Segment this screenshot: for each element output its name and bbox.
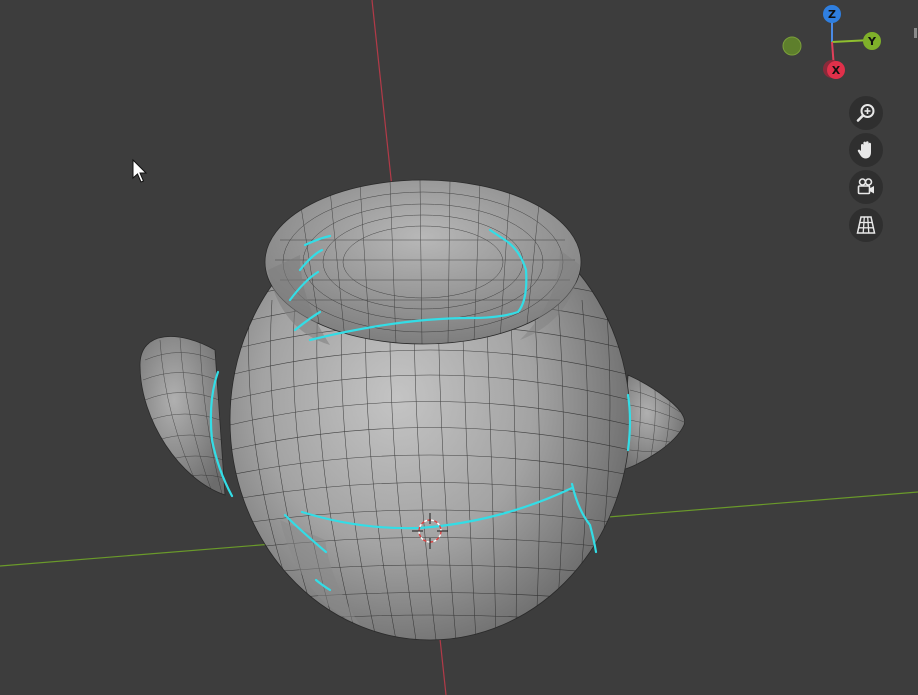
camera-view-button[interactable] (849, 170, 883, 204)
orientation-gizmo[interactable]: X Z Y (770, 0, 910, 90)
perspective-grid-icon (856, 216, 876, 234)
region-edge-handle[interactable] (914, 28, 917, 38)
y-axis-label: Y (867, 35, 877, 48)
pan-button[interactable] (849, 133, 883, 167)
neg-y-axis-handle[interactable] (782, 36, 802, 56)
y-axis-handle[interactable]: Y (863, 32, 881, 50)
left-ear (139, 336, 226, 496)
3d-viewport[interactable]: X Z Y (0, 0, 918, 695)
camera-view-icon (857, 178, 874, 195)
zoom-button[interactable] (849, 96, 883, 130)
right-ear (621, 374, 685, 471)
x-axis-label: X (832, 64, 841, 77)
x-axis-handle[interactable]: X (827, 61, 845, 79)
toggle-perspective-button[interactable] (849, 208, 883, 242)
hand-pan-icon (857, 141, 871, 159)
mouse-pointer-icon (132, 158, 148, 183)
z-axis-label: Z (828, 8, 836, 21)
scene-canvas[interactable] (0, 0, 918, 695)
zoom-magnifier-icon (856, 104, 875, 122)
z-axis-handle[interactable]: Z (823, 5, 841, 23)
